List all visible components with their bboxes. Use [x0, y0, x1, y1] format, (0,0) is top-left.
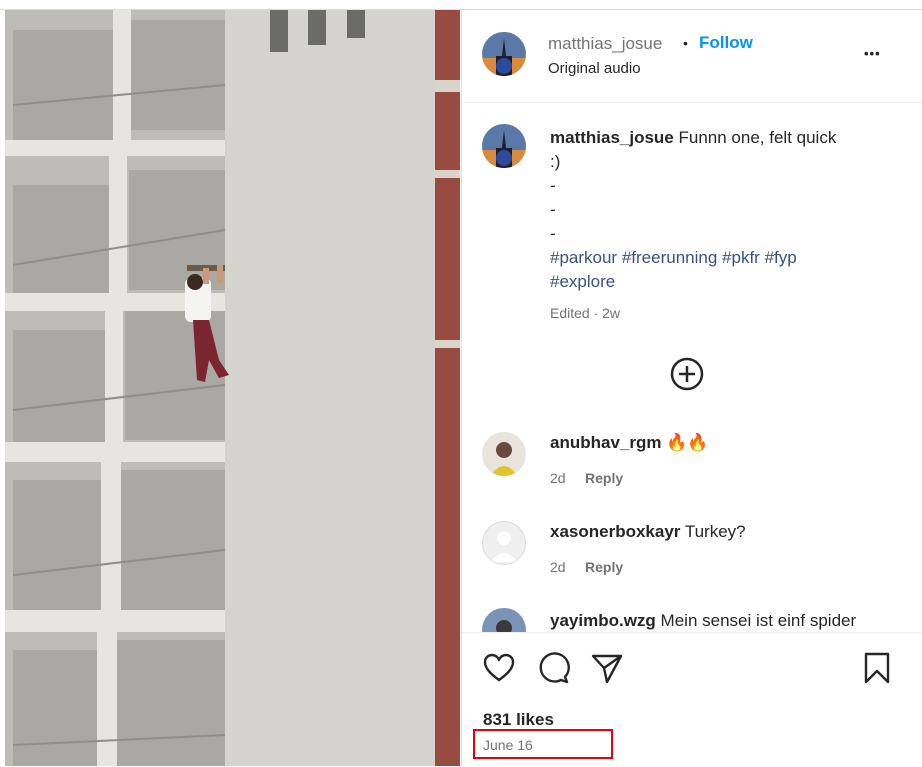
hashtag-link[interactable]: #parkour: [550, 248, 617, 267]
commenter-avatar-default[interactable]: [482, 521, 526, 565]
commenter-avatar[interactable]: [482, 432, 526, 476]
caption-meta: Edited · 2w: [550, 305, 621, 321]
header-separator: •: [683, 35, 688, 51]
post-video[interactable]: [5, 10, 460, 766]
comment: xasonerboxkayr Turkey?: [550, 522, 746, 542]
comment-icon[interactable]: [536, 651, 570, 685]
caption-block: matthias_josue Funnn one, felt quick :) …: [550, 126, 880, 294]
author-username[interactable]: matthias_josue: [548, 34, 662, 54]
comment-username[interactable]: xasonerboxkayr: [550, 522, 680, 541]
post-date[interactable]: June 16: [483, 737, 533, 753]
post-header: matthias_josue • Follow Original audio •…: [462, 10, 922, 103]
caption-text: Funnn one, felt quick: [678, 128, 837, 147]
comment-text: Turkey?: [684, 522, 746, 541]
building-scene: [5, 10, 460, 766]
comment-time: 2d: [550, 470, 566, 486]
reply-button[interactable]: Reply: [585, 470, 623, 486]
hashtag-link[interactable]: #pkfr: [722, 248, 760, 267]
hashtag-link[interactable]: #freerunning: [622, 248, 717, 267]
save-bookmark-icon[interactable]: [860, 651, 894, 685]
comment-text: 🔥🔥: [666, 433, 709, 452]
follow-button[interactable]: Follow: [699, 33, 753, 53]
reply-button[interactable]: Reply: [585, 559, 623, 575]
caption-text-line2: :): [550, 152, 561, 171]
top-border: [0, 0, 922, 10]
author-avatar[interactable]: [482, 32, 526, 76]
audio-label[interactable]: Original audio: [548, 60, 641, 77]
comment-username[interactable]: anubhav_rgm: [550, 433, 661, 452]
caption-dash: -: [550, 200, 556, 219]
caption-dash: -: [550, 224, 556, 243]
caption-username[interactable]: matthias_josue: [550, 128, 674, 147]
hashtag-link[interactable]: #fyp: [765, 248, 797, 267]
load-more-comments-icon[interactable]: [670, 357, 704, 391]
hashtag-link[interactable]: #explore: [550, 272, 615, 291]
comment-text: Mein sensei ist einf spider: [660, 611, 857, 630]
caption-avatar[interactable]: [482, 124, 526, 168]
comment-time: 2d: [550, 559, 566, 575]
caption-dash: -: [550, 176, 556, 195]
comment: yayimbo.wzg Mein sensei ist einf spider: [550, 611, 856, 631]
likes-count[interactable]: 831 likes: [483, 710, 554, 730]
post-side-panel: matthias_josue • Follow Original audio •…: [461, 10, 922, 767]
comment: anubhav_rgm 🔥🔥: [550, 433, 709, 453]
like-icon[interactable]: [482, 651, 516, 685]
share-icon[interactable]: [590, 651, 624, 685]
more-options-icon[interactable]: •••: [864, 46, 881, 61]
comment-username[interactable]: yayimbo.wzg: [550, 611, 656, 630]
post-actions: 831 likes June 16: [462, 632, 922, 767]
